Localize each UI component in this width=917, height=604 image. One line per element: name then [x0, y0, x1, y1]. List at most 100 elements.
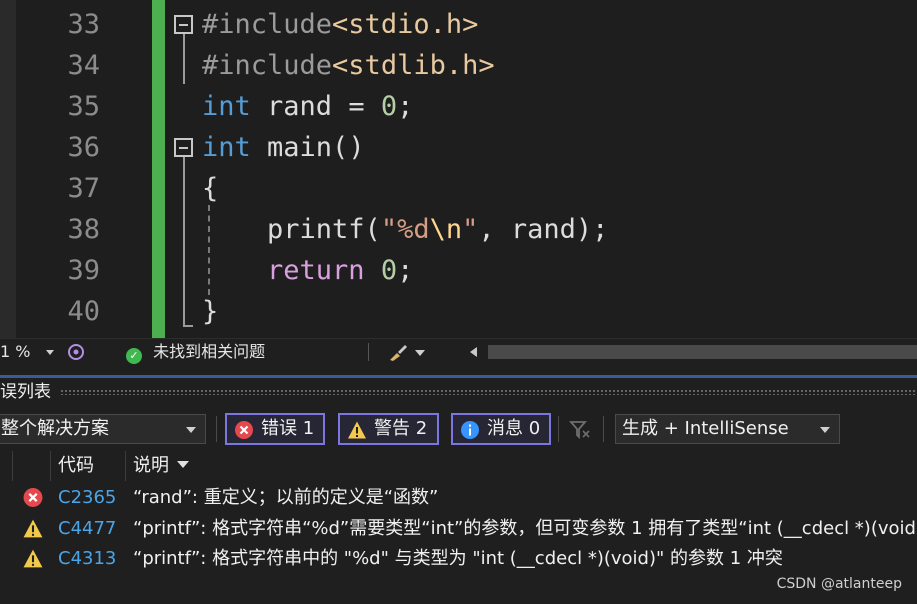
description-column-header[interactable]: 说明: [133, 451, 189, 481]
errors-filter-label: 错误 1: [261, 418, 315, 439]
zoom-level[interactable]: 1 %: [0, 339, 30, 365]
code-editor[interactable]: 33 #include<stdio.h> 34 #include<stdlib.h> 3…: [0, 0, 917, 338]
code-token: {: [202, 173, 219, 204]
warnings-filter-button[interactable]: 警告 2: [338, 413, 439, 445]
table-row[interactable]: C2365 “rand”: 重定义；以前的定义是“函数”: [0, 482, 917, 513]
code-column-header[interactable]: 代码: [58, 451, 94, 481]
code-token: <stdlib.h>: [332, 50, 495, 81]
code-line[interactable]: 39 return 0;: [0, 250, 917, 291]
watermark: CSDN @atlanteep: [776, 576, 902, 592]
error-list-title: 误列表: [0, 382, 51, 402]
code-token: #include: [202, 50, 333, 81]
collapse-toggle-icon[interactable]: [174, 138, 193, 157]
toolbar-separator: [216, 416, 217, 442]
code-text[interactable]: }: [202, 291, 218, 332]
errors-filter-button[interactable]: 错误 1: [225, 413, 325, 445]
fold-guide: [183, 34, 185, 84]
line-number: 37: [67, 173, 100, 204]
code-line[interactable]: 36 int main(): [0, 127, 917, 168]
editor-status-bar: 1 % ✓ 未找到相关问题: [0, 338, 917, 364]
line-number: 39: [67, 255, 100, 286]
warning-icon: [22, 518, 44, 539]
code-text[interactable]: #include<stdio.h>: [202, 4, 478, 45]
horizontal-scrollbar-thumb[interactable]: [488, 345, 917, 359]
cleanup-dropdown-arrow[interactable]: [415, 350, 425, 356]
error-list-toolbar: 整个解决方案 错误 1 警告 2 消息 0 生成 + IntelliSense: [0, 410, 917, 448]
code-token: rand =: [250, 91, 381, 122]
warning-icon: [348, 421, 366, 439]
code-line[interactable]: 34 #include<stdlib.h>: [0, 45, 917, 86]
code-token: <stdio.h>: [332, 9, 479, 40]
code-token: ": [462, 214, 479, 245]
error-description: “printf”: 格式字符串中的 "%d" 与类型为 "int (__cdec…: [133, 548, 783, 569]
toolbar-separator: [603, 416, 604, 442]
code-token: #include: [202, 9, 333, 40]
code-token: "%d: [380, 214, 430, 245]
table-row[interactable]: C4313 “printf”: 格式字符串中的 "%d" 与类型为 "int (_…: [0, 543, 917, 574]
code-text[interactable]: return 0;: [202, 250, 413, 291]
code-token: \n: [429, 214, 463, 245]
error-description: “rand”: 重定义；以前的定义是“函数”: [133, 487, 439, 508]
collapse-toggle-icon[interactable]: [174, 15, 193, 34]
chevron-down-icon: [186, 427, 196, 433]
code-line[interactable]: 40}: [0, 291, 917, 332]
table-row[interactable]: C4477 “printf”: 格式字符串“%d”需要类型“int”的参数，但可变…: [0, 513, 917, 544]
line-number: 40: [67, 296, 100, 327]
scope-dropdown-value: 整个解决方案: [1, 418, 109, 439]
code-token: , rand);: [478, 214, 609, 245]
code-token: return: [267, 255, 365, 286]
description-column-label: 说明: [133, 455, 169, 476]
code-text[interactable]: #include<stdlib.h>: [202, 45, 495, 86]
status-separator: [368, 343, 369, 361]
code-text[interactable]: {: [202, 168, 218, 209]
column-divider: [125, 451, 126, 481]
code-token: int: [202, 132, 251, 163]
chevron-down-icon: [820, 427, 830, 433]
column-divider: [50, 451, 51, 481]
build-source-value: 生成 + IntelliSense: [622, 418, 789, 439]
code-line[interactable]: 38 printf("%d\n", rand);: [0, 209, 917, 250]
issues-status[interactable]: ✓ 未找到相关问题: [126, 339, 265, 365]
sort-arrow-icon: [177, 461, 189, 468]
code-line[interactable]: 35 int rand = 0;: [0, 86, 917, 127]
code-line[interactable]: 33 #include<stdio.h>: [0, 4, 917, 45]
code-token: int: [202, 91, 251, 122]
error-code-link[interactable]: C4313: [58, 543, 116, 574]
pane-drag-handle[interactable]: [60, 389, 917, 395]
code-line[interactable]: 37 {: [0, 168, 917, 209]
indent-guide: [208, 205, 210, 295]
scroll-left-arrow[interactable]: [470, 347, 477, 357]
line-number: 35: [67, 91, 100, 122]
error-description: “printf”: 格式字符串“%d”需要类型“int”的参数，但可变参数 1 …: [133, 517, 917, 539]
filter-icon[interactable]: [568, 418, 592, 442]
zoom-dropdown-arrow[interactable]: [46, 350, 54, 355]
code-token: ;: [397, 91, 414, 122]
build-source-dropdown[interactable]: 生成 + IntelliSense: [615, 414, 840, 444]
error-code-link[interactable]: C2365: [58, 482, 116, 513]
code-token: 0: [380, 255, 398, 286]
code-text[interactable]: printf("%d\n", rand);: [202, 209, 608, 250]
error-list-header[interactable]: 误列表: [0, 378, 917, 406]
line-number: 33: [67, 9, 100, 40]
warning-icon: [22, 548, 44, 569]
scope-dropdown[interactable]: 整个解决方案: [0, 414, 206, 444]
line-number: 34: [67, 50, 100, 81]
warnings-filter-label: 警告 2: [374, 418, 428, 439]
code-token: 0: [380, 91, 398, 122]
error-icon: [235, 421, 253, 439]
copilot-icon[interactable]: [66, 342, 86, 362]
messages-filter-label: 消息 0: [487, 418, 541, 439]
line-number: 36: [67, 132, 100, 163]
info-icon: [461, 421, 479, 439]
code-text[interactable]: int rand = 0;: [202, 86, 413, 127]
messages-filter-button[interactable]: 消息 0: [451, 413, 551, 445]
code-cleanup-brush-icon[interactable]: [388, 342, 410, 362]
error-code-link[interactable]: C4477: [58, 513, 116, 544]
toolbar-separator: [558, 416, 559, 442]
code-token: main(): [250, 132, 365, 163]
error-icon: [22, 487, 44, 508]
check-icon: ✓: [126, 348, 142, 364]
code-text[interactable]: int main(): [202, 127, 365, 168]
